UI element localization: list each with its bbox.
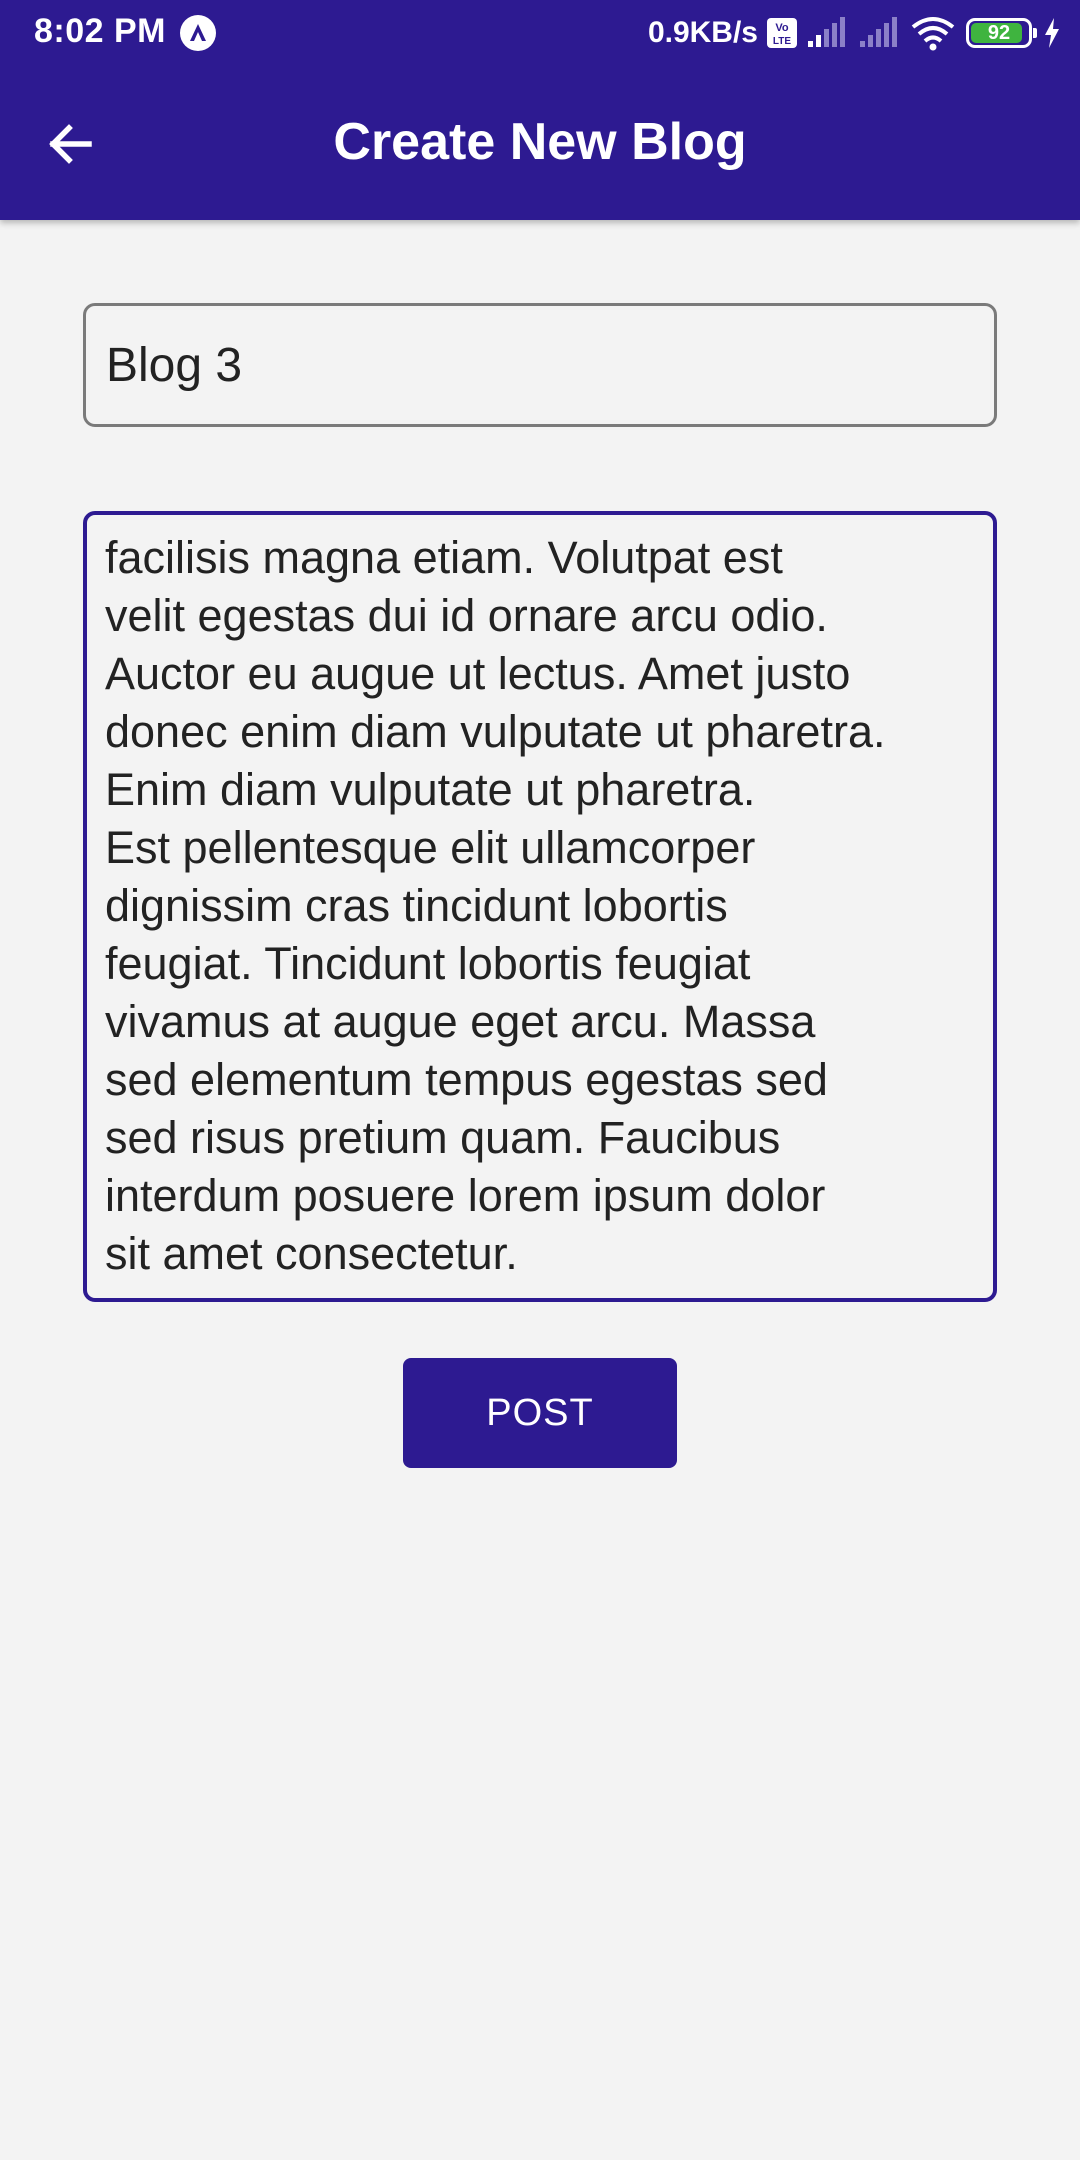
wifi-icon (911, 17, 955, 51)
blog-body-line: Auctor eu augue ut lectus. Amet justo (105, 648, 851, 699)
battery-level: 92 (987, 22, 1011, 44)
signal-icon (808, 17, 845, 47)
blog-body-line: sed risus pretium quam. Faucibus (105, 1112, 781, 1163)
blog-body-textarea[interactable]: facilisis magna etiam. Volutpat est velit… (83, 511, 997, 1302)
post-button[interactable]: POST (403, 1358, 677, 1468)
svg-text:LTE: LTE (773, 36, 791, 47)
page-title: Create New Blog (333, 113, 747, 171)
blog-body-line: velit egestas dui id ornare arcu odio. (105, 590, 828, 641)
blog-body-line: vivamus at augue eget arcu. Massa (105, 996, 816, 1047)
svg-text:Vo: Vo (775, 22, 789, 34)
blog-body-line: sit amet consectetur. (105, 1228, 518, 1279)
blog-body-line: sed elementum tempus egestas sed (105, 1054, 828, 1105)
blog-body-line: donec enim diam vulputate ut pharetra. (105, 706, 886, 757)
battery-icon: 92 (966, 18, 1037, 48)
blog-title-input[interactable] (83, 303, 997, 427)
blog-body-line: facilisis magna etiam. Volutpat est (105, 532, 783, 583)
charging-icon (1045, 18, 1059, 48)
blog-body-line: feugiat. Tincidunt lobortis feugiat (105, 938, 751, 989)
nav-app-icon (180, 15, 216, 51)
app-bar: 8:02 PM 0.9KB/s Vo LTE 92 Create New Blo… (0, 0, 1080, 220)
blog-body-line: Enim diam vulputate ut pharetra. (105, 764, 756, 815)
volte-icon: Vo LTE (767, 18, 797, 48)
status-icons: 0.9KB/s Vo LTE 92 (648, 12, 1062, 54)
net-speed: 0.9KB/s (647, 16, 758, 49)
status-time: 8:02 PM (34, 12, 166, 50)
status-bar: 8:02 PM 0.9KB/s Vo LTE 92 (0, 0, 1080, 66)
signal-icon (860, 17, 897, 47)
blog-body-line: interdum posuere lorem ipsum dolor (105, 1170, 826, 1221)
blog-body-line: dignissim cras tincidunt lobortis (105, 880, 728, 931)
blog-body-line: Est pellentesque elit ullamcorper (105, 822, 756, 873)
